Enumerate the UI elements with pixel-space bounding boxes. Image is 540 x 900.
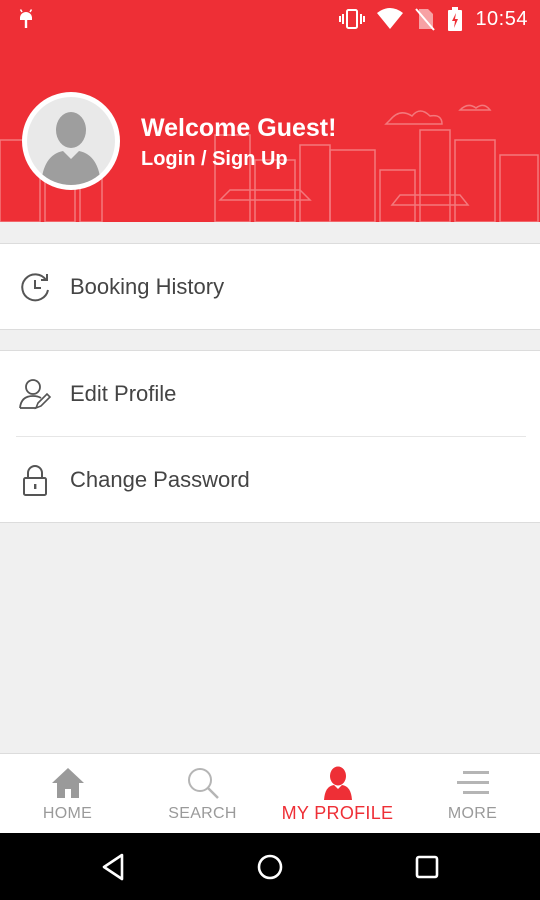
vibrate-icon — [339, 9, 366, 29]
history-clock-icon — [21, 273, 49, 302]
default-avatar-icon — [27, 97, 115, 185]
android-icon — [19, 9, 33, 28]
profile-header: 10:54 Welcome Guest! Login / Sign Up — [0, 0, 540, 222]
tab-home-label: HOME — [42, 805, 93, 822]
person-icon — [323, 766, 352, 800]
login-signup-link[interactable]: Login / Sign Up — [141, 148, 288, 171]
bottom-navigation: HOME SEARCH MY PROFILE MORE — [0, 753, 540, 833]
edit-profile-label: Edit Profile — [70, 380, 177, 406]
change-password-item[interactable]: Change Password — [0, 437, 540, 522]
battery-charging-icon — [448, 7, 463, 31]
back-icon[interactable] — [96, 849, 132, 885]
edit-profile-item[interactable]: Edit Profile — [0, 351, 540, 436]
system-navigation-bar — [0, 833, 540, 900]
booking-history-item[interactable]: Booking History — [0, 244, 540, 329]
search-icon — [187, 768, 219, 799]
edit-profile-icon — [19, 379, 52, 410]
no-sim-icon — [415, 8, 436, 31]
status-time: 10:54 — [475, 7, 528, 30]
home-icon — [51, 768, 84, 798]
status-bar: 10:54 — [0, 0, 540, 38]
recents-icon[interactable] — [409, 849, 445, 885]
tab-more-label: MORE — [447, 805, 498, 822]
change-password-label: Change Password — [70, 466, 250, 492]
welcome-title: Welcome Guest! — [141, 114, 337, 142]
lock-icon — [23, 465, 47, 496]
tab-search-label: SEARCH — [168, 805, 237, 822]
tab-my-profile[interactable]: MY PROFILE — [270, 754, 405, 833]
wifi-icon — [377, 8, 404, 29]
tab-home[interactable]: HOME — [0, 754, 135, 833]
booking-history-label: Booking History — [70, 273, 225, 299]
menu-card-booking: Booking History — [0, 243, 540, 330]
menu-card-account: Edit Profile Change Password — [0, 350, 540, 523]
tab-my-profile-label: MY PROFILE — [281, 803, 394, 823]
home-circle-icon[interactable] — [252, 849, 288, 885]
tab-search[interactable]: SEARCH — [135, 754, 270, 833]
tab-more[interactable]: MORE — [405, 754, 540, 833]
menu-lines-icon — [456, 771, 489, 794]
avatar[interactable] — [22, 92, 120, 190]
